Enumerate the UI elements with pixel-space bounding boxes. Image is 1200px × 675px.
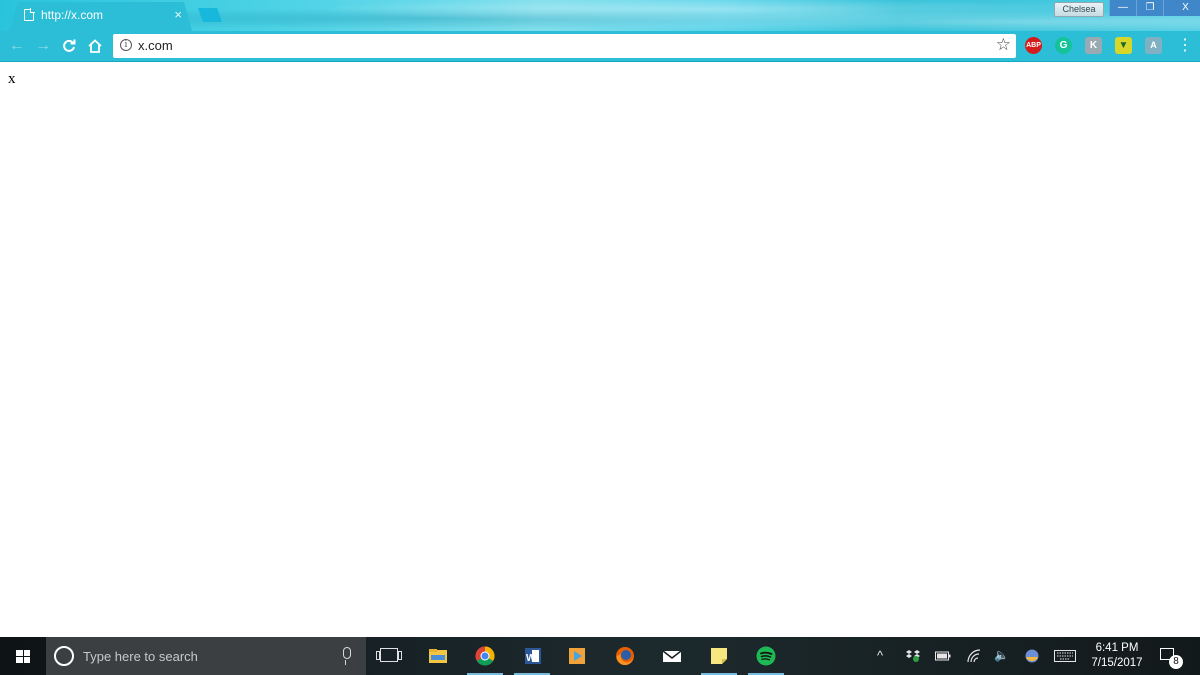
- spotify-icon: [756, 646, 776, 666]
- clock-date: 7/15/2017: [1091, 657, 1143, 669]
- sticky-notes-app[interactable]: [697, 637, 741, 675]
- url-text[interactable]: x.com: [138, 38, 173, 53]
- task-view-icon[interactable]: [376, 648, 402, 662]
- browser-menu-icon[interactable]: ⋮: [1177, 37, 1193, 55]
- dropbox-icon[interactable]: [905, 649, 921, 663]
- firefox-app[interactable]: [603, 637, 647, 675]
- profile-button[interactable]: Chelsea: [1054, 2, 1104, 17]
- reload-button[interactable]: [58, 35, 80, 57]
- back-button[interactable]: ←: [6, 35, 28, 57]
- folder-icon: [429, 649, 447, 663]
- page-icon: [24, 9, 34, 21]
- media-player-app[interactable]: [555, 637, 599, 675]
- grammarly-icon[interactable]: G: [1055, 37, 1072, 54]
- search-placeholder: Type here to search: [83, 649, 198, 664]
- acrobat-extension-icon[interactable]: A: [1145, 37, 1162, 54]
- new-tab-button[interactable]: [198, 8, 222, 22]
- mail-app[interactable]: [650, 637, 694, 675]
- mail-icon: [662, 650, 682, 662]
- file-explorer-app[interactable]: [416, 637, 460, 675]
- weather-app-icon[interactable]: [1025, 649, 1039, 663]
- taskbar: Type here to search W ^ 🔈 6:41 PM 7/15/2…: [0, 637, 1200, 675]
- notification-count-badge: 8: [1169, 655, 1183, 669]
- page-content: x: [0, 62, 1200, 637]
- word-icon: W: [525, 648, 541, 664]
- close-tab-icon[interactable]: ×: [174, 7, 182, 22]
- battery-icon[interactable]: [935, 651, 951, 661]
- info-icon[interactable]: i: [120, 39, 132, 51]
- bookmark-star-icon[interactable]: ☆: [996, 35, 1011, 55]
- taskbar-clock[interactable]: 6:41 PM 7/15/2017: [1084, 641, 1150, 671]
- action-center-button[interactable]: 8: [1158, 645, 1184, 669]
- show-hidden-icons-chevron-icon[interactable]: ^: [877, 648, 883, 663]
- minimize-button[interactable]: —: [1109, 0, 1136, 16]
- save-extension-icon[interactable]: ▼: [1115, 37, 1132, 54]
- screen: http://x.com × Chelsea — ❐ X ← → i x.com: [0, 0, 1200, 675]
- address-bar[interactable]: i x.com ☆: [113, 34, 1016, 58]
- home-button[interactable]: [84, 35, 106, 57]
- keyboard-icon[interactable]: [1054, 650, 1076, 662]
- chrome-app[interactable]: [463, 637, 507, 675]
- svg-text:W: W: [526, 653, 536, 664]
- browser-tab[interactable]: http://x.com ×: [10, 2, 192, 31]
- firefox-icon: [616, 647, 634, 666]
- restore-button[interactable]: ❐: [1136, 0, 1163, 16]
- media-player-icon: [569, 648, 585, 664]
- start-button[interactable]: [0, 637, 46, 675]
- spotify-app[interactable]: [744, 637, 788, 675]
- forward-button[interactable]: →: [32, 35, 54, 57]
- reload-icon: [63, 39, 76, 52]
- clock-time: 6:41 PM: [1095, 642, 1139, 654]
- page-body-text: x: [8, 71, 16, 87]
- window-controls: — ❐ X: [1109, 0, 1200, 16]
- word-app[interactable]: W: [510, 637, 554, 675]
- windows-logo-icon: [16, 650, 30, 663]
- title-bar: http://x.com × Chelsea — ❐ X: [0, 0, 1200, 31]
- home-icon: [88, 39, 102, 53]
- kanji-extension-icon[interactable]: K: [1085, 37, 1102, 54]
- volume-icon[interactable]: 🔈: [994, 648, 1009, 662]
- sticky-notes-icon: [711, 648, 727, 664]
- chrome-icon: [475, 646, 495, 666]
- adblock-plus-icon[interactable]: ABP: [1025, 37, 1042, 54]
- cortana-icon[interactable]: [54, 646, 74, 666]
- microphone-icon[interactable]: [343, 647, 351, 665]
- taskbar-search-box[interactable]: Type here to search: [46, 637, 366, 675]
- tab-title: http://x.com: [41, 8, 104, 22]
- close-window-button[interactable]: X: [1163, 0, 1200, 16]
- wifi-icon[interactable]: [966, 649, 982, 663]
- browser-toolbar: ← → i x.com ☆ ABP G K ▼ A ⋮: [0, 31, 1200, 63]
